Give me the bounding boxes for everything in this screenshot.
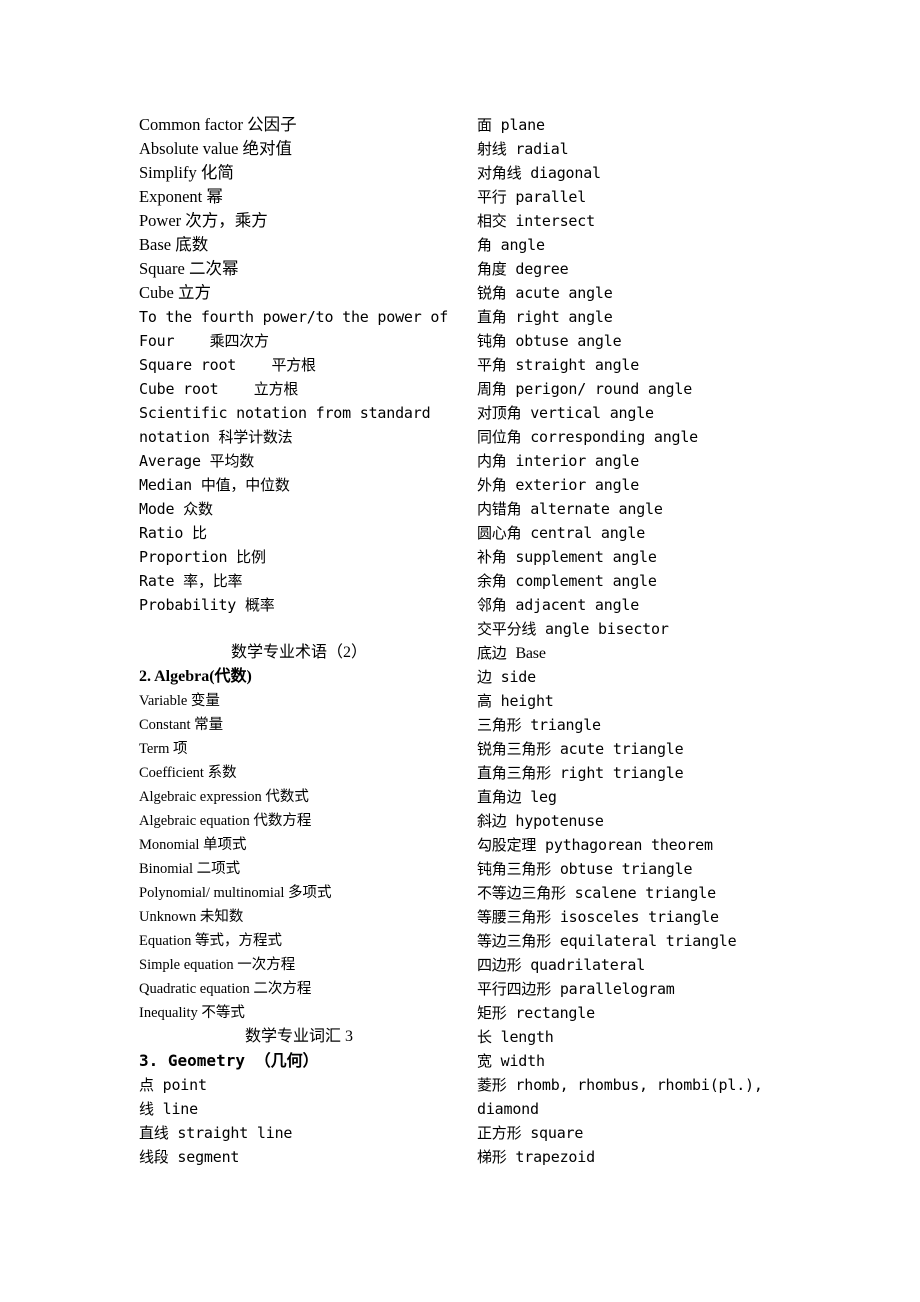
- glossary-entry: diamond: [477, 1100, 539, 1118]
- glossary-entry: 钝角三角形 obtuse triangle: [477, 860, 693, 878]
- glossary-entry: 周角 perigon/ round angle: [477, 380, 693, 398]
- glossary-entry: Simplify 化简: [139, 163, 234, 182]
- glossary-entry: Ratio 比: [139, 524, 207, 542]
- glossary-entry: Quadratic equation 二次方程: [139, 981, 312, 997]
- glossary-entry: Monomial 单项式: [139, 837, 247, 853]
- glossary-entry: 矩形 rectangle: [477, 1004, 595, 1022]
- glossary-entry: 对顶角 vertical angle: [477, 404, 654, 422]
- glossary-entry: Simple equation 一次方程: [139, 957, 296, 973]
- glossary-entry: 对角线 diagonal: [477, 164, 601, 182]
- glossary-entry: 内错角 alternate angle: [477, 500, 663, 518]
- glossary-entry: Square root 平方根: [139, 356, 316, 374]
- glossary-entry: Proportion 比例: [139, 548, 266, 566]
- glossary-entry: 内角 interior angle: [477, 452, 640, 470]
- glossary-entry: 线段 segment: [139, 1148, 240, 1166]
- glossary-entry: Algebraic equation 代数方程: [139, 813, 312, 829]
- glossary-entry: Term 项: [139, 741, 188, 757]
- glossary-entry: Unknown 未知数: [139, 909, 244, 925]
- glossary-entry: 四边形 quadrilateral: [477, 956, 646, 974]
- left-text-column: Common factor 公因子 Absolute value 绝对值 Simpl…: [139, 113, 459, 1169]
- glossary-entry: 面 plane: [477, 116, 545, 134]
- glossary-entry: 射线 radial: [477, 140, 569, 158]
- glossary-entry: 不等边三角形 scalene triangle: [477, 884, 716, 902]
- glossary-entry: 勾股定理 pythagorean theorem: [477, 836, 713, 854]
- glossary-entry: Constant 常量: [139, 717, 224, 733]
- glossary-entry: Equation 等式，方程式: [139, 933, 282, 949]
- glossary-entry: 补角 supplement angle: [477, 548, 657, 566]
- glossary-entry: 圆心角 central angle: [477, 524, 646, 542]
- glossary-entry: Base 底数: [139, 235, 209, 254]
- glossary-entry: Exponent 幂: [139, 187, 223, 206]
- glossary-entry: 宽 width: [477, 1052, 545, 1070]
- glossary-entry: Coefficient 系数: [139, 765, 237, 781]
- glossary-entry: 菱形 rhomb, rhombus, rhombi(pl.),: [477, 1076, 763, 1094]
- glossary-entry: 梯形 trapezoid: [477, 1148, 595, 1166]
- glossary-entry: 直角边 leg: [477, 788, 557, 806]
- glossary-entry: 相交 intersect: [477, 212, 595, 230]
- right-text-column: 面 plane 射线 radial 对角线 diagonal 平行 parallel 相…: [477, 113, 807, 1169]
- glossary-entry: Median 中值，中位数: [139, 476, 290, 494]
- glossary-entry: 长 length: [477, 1028, 554, 1046]
- glossary-entry: 外角 exterior angle: [477, 476, 640, 494]
- glossary-entry: 等边三角形 equilateral triangle: [477, 932, 737, 950]
- section-title: 3. Geometry （几何）: [139, 1051, 319, 1070]
- glossary-entry: 直角 right angle: [477, 308, 613, 326]
- glossary-entry: 底边 Base: [477, 644, 546, 662]
- section-title: 2. Algebra(代数): [139, 668, 252, 685]
- document-page: Common factor 公因子 Absolute value 绝对值 Simpl…: [0, 0, 920, 1302]
- glossary-entry: Power 次方，乘方: [139, 211, 268, 230]
- glossary-entry: 直角三角形 right triangle: [477, 764, 684, 782]
- glossary-entry: 钝角 obtuse angle: [477, 332, 622, 350]
- glossary-entry: 锐角 acute angle: [477, 284, 613, 302]
- glossary-entry: Algebraic expression 代数式: [139, 789, 309, 805]
- glossary-entry: Average 平均数: [139, 452, 255, 470]
- glossary-entry: 线 line: [139, 1100, 198, 1118]
- glossary-entry: 邻角 adjacent angle: [477, 596, 640, 614]
- glossary-entry: 角度 degree: [477, 260, 569, 278]
- glossary-entry: 锐角三角形 acute triangle: [477, 740, 684, 758]
- glossary-entry: Variable 变量: [139, 693, 220, 709]
- glossary-entry: 边 side: [477, 668, 536, 686]
- glossary-entry: 三角形 triangle: [477, 716, 601, 734]
- glossary-entry: 平角 straight angle: [477, 356, 640, 374]
- glossary-entry: Scientific notation from standard: [139, 404, 431, 422]
- glossary-entry: notation 科学计数法: [139, 428, 293, 446]
- glossary-entry: To the fourth power/to the power of: [139, 308, 449, 326]
- glossary-entry: Mode 众数: [139, 500, 213, 518]
- glossary-entry: Polynomial/ multinomial 多项式: [139, 885, 332, 901]
- section-heading: 数学专业术语（2）: [230, 644, 367, 661]
- glossary-entry: 角 angle: [477, 236, 545, 254]
- glossary-entry: Cube 立方: [139, 283, 211, 302]
- section-heading: 数学专业词汇 3: [244, 1028, 353, 1045]
- glossary-entry: 正方形 square: [477, 1124, 584, 1142]
- glossary-entry: Absolute value 绝对值: [139, 139, 293, 158]
- glossary-entry: Square 二次幂: [139, 259, 239, 278]
- glossary-entry: 余角 complement angle: [477, 572, 657, 590]
- glossary-entry: Four 乘四次方: [139, 332, 269, 350]
- glossary-entry: 交平分线 angle bisector: [477, 620, 669, 638]
- glossary-entry: 直线 straight line: [139, 1124, 293, 1142]
- glossary-entry: Cube root 立方根: [139, 380, 299, 398]
- glossary-entry: 等腰三角形 isosceles triangle: [477, 908, 719, 926]
- glossary-entry: 平行四边形 parallelogram: [477, 980, 675, 998]
- glossary-entry: Common factor 公因子: [139, 115, 297, 134]
- glossary-entry: Binomial 二项式: [139, 861, 241, 877]
- glossary-entry: 斜边 hypotenuse: [477, 812, 604, 830]
- glossary-entry: 同位角 corresponding angle: [477, 428, 699, 446]
- glossary-entry: 点 point: [139, 1076, 207, 1094]
- glossary-entry: 高 height: [477, 692, 554, 710]
- glossary-entry: Rate 率，比率: [139, 572, 243, 590]
- glossary-entry: Inequality 不等式: [139, 1005, 245, 1021]
- glossary-entry: 平行 parallel: [477, 188, 587, 206]
- glossary-entry: Probability 概率: [139, 596, 275, 614]
